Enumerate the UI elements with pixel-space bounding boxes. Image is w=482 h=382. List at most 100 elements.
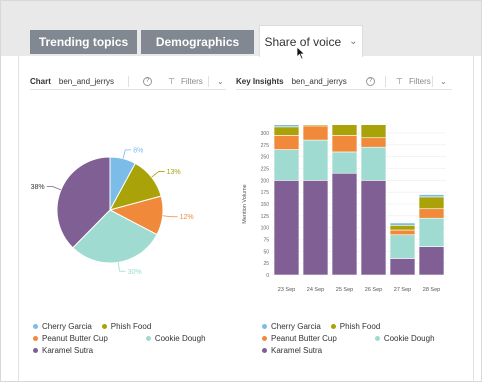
key-insights-filters-label: Filters [408,76,431,86]
pie-data-label: 38% [31,184,45,191]
legend-item-karamel-sutra[interactable]: Karamel Sutra [262,344,322,356]
bar-segment-cherry-garcia[interactable] [389,222,416,226]
filter-icon: ⊤ [396,76,403,86]
chart-filters-button[interactable]: ⊤ Filters [168,77,203,86]
y-tick-label: 0 [266,273,269,279]
legend-label: Cookie Dough [383,333,435,343]
x-tick-label: 28 Sep [423,287,440,293]
legend-label: Peanut Butter Cup [271,333,337,343]
legend-item-phish-food[interactable]: Phish Food [101,320,151,332]
tab-demographics-label: Demographics [155,35,240,49]
chart-filters-label: Filters [180,76,203,86]
x-tick-label: 27 Sep [394,287,411,293]
bar-segment-phish-food[interactable] [331,125,358,136]
legend-swatch [262,335,267,341]
pie-label-connector [46,186,62,191]
legend-item-peanut-butter-cup[interactable]: Peanut Butter Cup [262,332,337,344]
y-tick-label: 50 [263,249,269,255]
bar-segment-peanut-butter-cup[interactable] [273,135,300,150]
chevron-down-icon[interactable]: ⌄ [440,77,447,86]
bar-segment-peanut-butter-cup[interactable] [389,229,416,236]
tab-share-of-voice[interactable]: Share of voice ⌄ [259,25,363,57]
pie-data-label: 13% [167,169,181,176]
pie-data-label: 12% [180,214,194,221]
legend-swatch [33,335,38,341]
bar-segment-peanut-butter-cup[interactable] [302,125,329,141]
help-icon[interactable]: ? [366,76,375,86]
bar-segment-karamel-sutra[interactable] [360,180,387,276]
bar-segment-cookie-dough[interactable] [273,149,300,181]
bar-segment-cookie-dough[interactable] [360,146,387,181]
legend-label: Phish Food [339,321,381,331]
legend-item-cookie-dough[interactable]: Cookie Dough [145,332,206,344]
bar-segment-karamel-sutra[interactable] [273,180,300,276]
x-tick-label: 26 Sep [365,287,382,293]
bar-segment-karamel-sutra[interactable] [418,246,445,276]
legend-item-peanut-butter-cup[interactable]: Peanut Butter Cup [33,332,108,344]
legend-item-cherry-garcia[interactable]: Cherry Garcia [33,320,92,332]
pie-label-connector [162,215,178,218]
mouse-cursor-icon [296,46,306,60]
bar-segment-karamel-sutra[interactable] [331,172,358,276]
filter-icon: ⊤ [168,76,175,86]
tab-trending-topics[interactable]: Trending topics [30,30,137,54]
bar-segment-peanut-butter-cup[interactable] [418,208,445,219]
chevron-down-icon[interactable]: ⌄ [217,77,224,86]
y-tick-label: 150 [261,202,270,208]
legend-label: Karamel Sutra [42,345,94,355]
bar-segment-peanut-butter-cup[interactable] [360,137,387,148]
bar-segment-karamel-sutra[interactable] [389,258,416,276]
bar-segment-phish-food[interactable] [418,196,445,210]
toolbar-underline [236,89,452,90]
help-icon[interactable]: ? [143,76,152,86]
bar-segment-phish-food[interactable] [360,125,387,139]
legend-swatch [145,335,151,341]
bar-segment-karamel-sutra[interactable] [302,180,329,276]
pie-label-connector [122,149,132,159]
chart-toolbar-label: Chart [30,76,51,86]
bar-segment-phish-food[interactable] [389,225,416,231]
legend-label: Peanut Butter Cup [42,333,108,343]
key-insights-source-select[interactable]: ben_and_jerrys [292,77,347,86]
y-tick-label: 225 [261,167,270,173]
legend-item-cookie-dough[interactable]: Cookie Dough [374,332,435,344]
legend-item-phish-food[interactable]: Phish Food [330,320,381,332]
y-axis-label: Mention Volume [242,184,248,223]
y-tick-label: 250 [261,155,270,161]
bar-segment-cherry-garcia[interactable] [273,125,300,128]
y-tick-label: 275 [261,143,270,149]
bar-segment-cookie-dough[interactable] [418,217,445,247]
key-insights-filters-button[interactable]: ⊤ Filters [396,77,431,86]
bar-segment-phish-food[interactable] [302,125,329,127]
y-tick-label: 125 [261,214,270,220]
y-tick-label: 75 [263,238,269,244]
x-tick-label: 25 Sep [336,287,353,293]
legend-swatch [262,347,267,353]
chevron-down-icon[interactable]: ⌄ [349,36,357,47]
bar-segment-cookie-dough[interactable] [389,234,416,259]
legend-item-cherry-garcia[interactable]: Cherry Garcia [262,320,321,332]
legend-item-karamel-sutra[interactable]: Karamel Sutra [33,344,93,356]
y-tick-label: 300 [261,131,270,137]
tab-trending-label: Trending topics [38,35,129,49]
y-tick-label: 200 [261,178,270,184]
legend-swatch [33,323,38,329]
toolbar-divider [208,76,209,87]
toolbar-divider [385,76,386,87]
x-tick-label: 24 Sep [307,287,324,293]
tab-demographics[interactable]: Demographics [141,30,254,54]
chart-source-select[interactable]: ben_and_jerrys [59,77,114,86]
legend-swatch [33,347,38,353]
pie-legend: Cherry Garcia Phish Food Peanut Butter Cup… [33,320,233,356]
bar-segment-phish-food[interactable] [273,126,300,136]
bar-segment-cookie-dough[interactable] [331,151,358,174]
pie-chart: 8% 13% 12% 30% 38% [31,147,194,276]
toolbar-divider [128,76,129,87]
key-insights-toolbar: Key Insights ben_and_jerrys ? ⊤ Filters … [236,74,452,88]
legend-swatch [101,323,107,329]
pie-data-label: 30% [128,269,142,276]
bar-segment-cookie-dough[interactable] [302,139,329,181]
bar-segment-cherry-garcia[interactable] [418,194,445,198]
bar-segment-peanut-butter-cup[interactable] [331,135,358,153]
pie-label-connector [117,262,126,272]
